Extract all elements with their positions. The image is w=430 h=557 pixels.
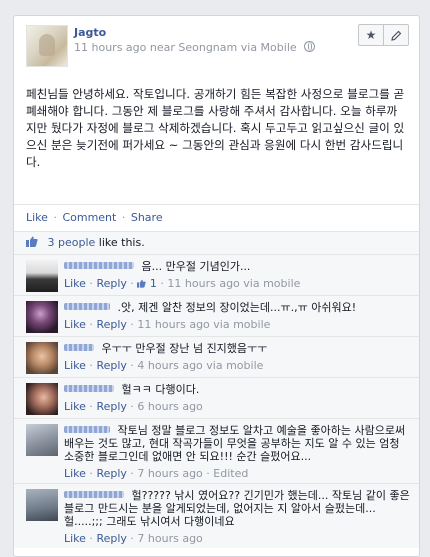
comment-body: 음... 만우절 기념인가... <box>64 260 411 273</box>
commenter-name[interactable] <box>64 344 94 351</box>
comment-like-count[interactable]: 1 <box>137 277 160 290</box>
comment-like-link[interactable]: Like <box>64 359 86 372</box>
comment-like-link[interactable]: Like <box>64 277 86 290</box>
comment-edited[interactable]: Edited <box>213 467 248 480</box>
comment-time[interactable]: 11 hours ago <box>167 277 239 290</box>
like-count-value: 1 <box>149 277 157 290</box>
comment-via: via mobile <box>213 318 271 331</box>
commenter-name[interactable] <box>64 385 114 392</box>
comment-via: via mobile <box>206 359 264 372</box>
separator: · <box>53 211 57 224</box>
comment-meta: Like · Reply · 6 hours ago <box>64 400 203 413</box>
comment-link[interactable]: Comment <box>62 211 116 224</box>
comment-reply-link[interactable]: Reply <box>96 318 126 331</box>
comment-like-link[interactable]: Like <box>64 532 86 545</box>
comment-reply-link[interactable]: Reply <box>96 359 126 372</box>
comment-time[interactable]: 11 hours ago <box>137 318 209 331</box>
pencil-icon <box>390 30 401 41</box>
commenter-avatar[interactable] <box>26 424 58 456</box>
globe-icon[interactable] <box>304 41 316 52</box>
star-button[interactable]: ★ <box>358 24 384 46</box>
story-location[interactable]: near Seongnam <box>150 41 237 54</box>
commenter-avatar[interactable] <box>26 342 58 374</box>
comment-text: .앗, 제겐 알찬 정보의 장이었는데...ㅠ.,ㅠ 아쉬워요! <box>117 301 357 314</box>
commenter-name[interactable] <box>64 426 110 433</box>
comment-meta: Like · Reply · 4 hours ago via mobile <box>64 359 264 372</box>
share-link[interactable]: Share <box>131 211 163 224</box>
edit-button[interactable] <box>384 24 409 46</box>
comment-item: .앗, 제겐 알찬 정보의 장이었는데...ㅠ.,ㅠ 아쉬워요! Like · … <box>14 295 419 336</box>
comment-text: 작토님 정말 블로그 정보도 알차고 예술을 좋아하는 사람으로써 배우는 것도… <box>64 424 406 463</box>
commenter-name[interactable] <box>64 262 134 269</box>
author-avatar[interactable] <box>26 25 68 67</box>
comment-reply-link[interactable]: Reply <box>96 277 126 290</box>
like-link[interactable]: Like <box>26 211 48 224</box>
story-tools: ★ <box>358 24 409 46</box>
commenter-avatar[interactable] <box>26 301 58 333</box>
comment-meta: Like · Reply · 7 hours ago · Edited <box>64 467 249 480</box>
author-name[interactable]: Jagto <box>74 26 106 39</box>
comment-item: 헐????? 낚시 였어요?? 긴기민가 했는데... 작토님 같이 좋은 블로… <box>14 483 419 548</box>
post-message: 페친님들 안녕하세요. 작토입니다. 공개하기 힘든 복잡한 사정으로 블로그를… <box>26 87 405 169</box>
comment-body: 헐????? 낚시 였어요?? 긴기민가 했는데... 작토님 같이 좋은 블로… <box>64 489 411 528</box>
comment-item: 우ㅜㅜ 만우절 장난 넘 진지했음ㅜㅜ Like · Reply · 4 hou… <box>14 336 419 377</box>
likes-summary: 3 people like this. <box>14 231 419 254</box>
likes-suffix: like this. <box>98 236 145 249</box>
story-actions: Like · Comment · Share <box>14 204 419 231</box>
comment-body: 우ㅜㅜ 만우절 장난 넘 진지했음ㅜㅜ <box>64 342 411 355</box>
comment-text: 음... 만우절 기념인가... <box>141 260 251 273</box>
comment-text: 헐ㅋㅋ 다행이다. <box>121 383 200 396</box>
comment-meta: Like · Reply · 7 hours ago <box>64 532 203 545</box>
comment-reply-link[interactable]: Reply <box>96 400 126 413</box>
commenter-name[interactable] <box>64 303 110 310</box>
comment-time[interactable]: 6 hours ago <box>137 400 202 413</box>
comment-body: 헐ㅋㅋ 다행이다. <box>64 383 411 396</box>
comment-like-link[interactable]: Like <box>64 467 86 480</box>
comment-via: via mobile <box>243 277 301 290</box>
story-header: Jagto 11 hours ago near Seongnam via Mob… <box>14 16 419 67</box>
comment-body: 작토님 정말 블로그 정보도 알차고 예술을 좋아하는 사람으로써 배우는 것도… <box>64 424 411 463</box>
comment-item: 작토님 정말 블로그 정보도 알차고 예술을 좋아하는 사람으로써 배우는 것도… <box>14 418 419 483</box>
comment-text: 우ㅜㅜ 만우절 장난 넘 진지했음ㅜㅜ <box>101 342 268 355</box>
separator: · <box>121 211 126 224</box>
likers-link[interactable]: 3 people <box>48 236 96 249</box>
comment-meta: Like · Reply · 11 hours ago via mobile <box>64 318 271 331</box>
comment-time[interactable]: 7 hours ago <box>137 532 202 545</box>
comment-reply-link[interactable]: Reply <box>96 467 126 480</box>
star-icon: ★ <box>365 28 377 42</box>
comment-item: 음... 만우절 기념인가... Like · Reply · 1 · 11 h… <box>14 254 419 295</box>
comment-reply-link[interactable]: Reply <box>96 532 126 545</box>
commenter-avatar[interactable] <box>26 260 58 292</box>
story-card: Jagto 11 hours ago near Seongnam via Mob… <box>13 15 420 557</box>
comment-like-link[interactable]: Like <box>64 318 86 331</box>
comment-item: 헐ㅋㅋ 다행이다. Like · Reply · 6 hours ago <box>14 377 419 418</box>
comment-like-link[interactable]: Like <box>64 400 86 413</box>
commenter-name[interactable] <box>64 491 124 498</box>
commenter-avatar[interactable] <box>26 383 58 415</box>
comment-time[interactable]: 4 hours ago <box>137 359 202 372</box>
thumbs-up-icon <box>137 279 147 288</box>
thumbs-up-icon <box>26 236 38 247</box>
comment-time[interactable]: 7 hours ago <box>137 467 202 480</box>
comment-meta: Like · Reply · 1 · 11 hours ago via mobi… <box>64 277 301 290</box>
story-time[interactable]: 11 hours ago <box>74 41 146 54</box>
story-meta: 11 hours ago near Seongnam via Mobile <box>74 41 316 54</box>
story-via: via Mobile <box>240 41 297 54</box>
commenter-avatar[interactable] <box>26 489 58 521</box>
comment-body: .앗, 제겐 알찬 정보의 장이었는데...ㅠ.,ㅠ 아쉬워요! <box>64 301 411 314</box>
